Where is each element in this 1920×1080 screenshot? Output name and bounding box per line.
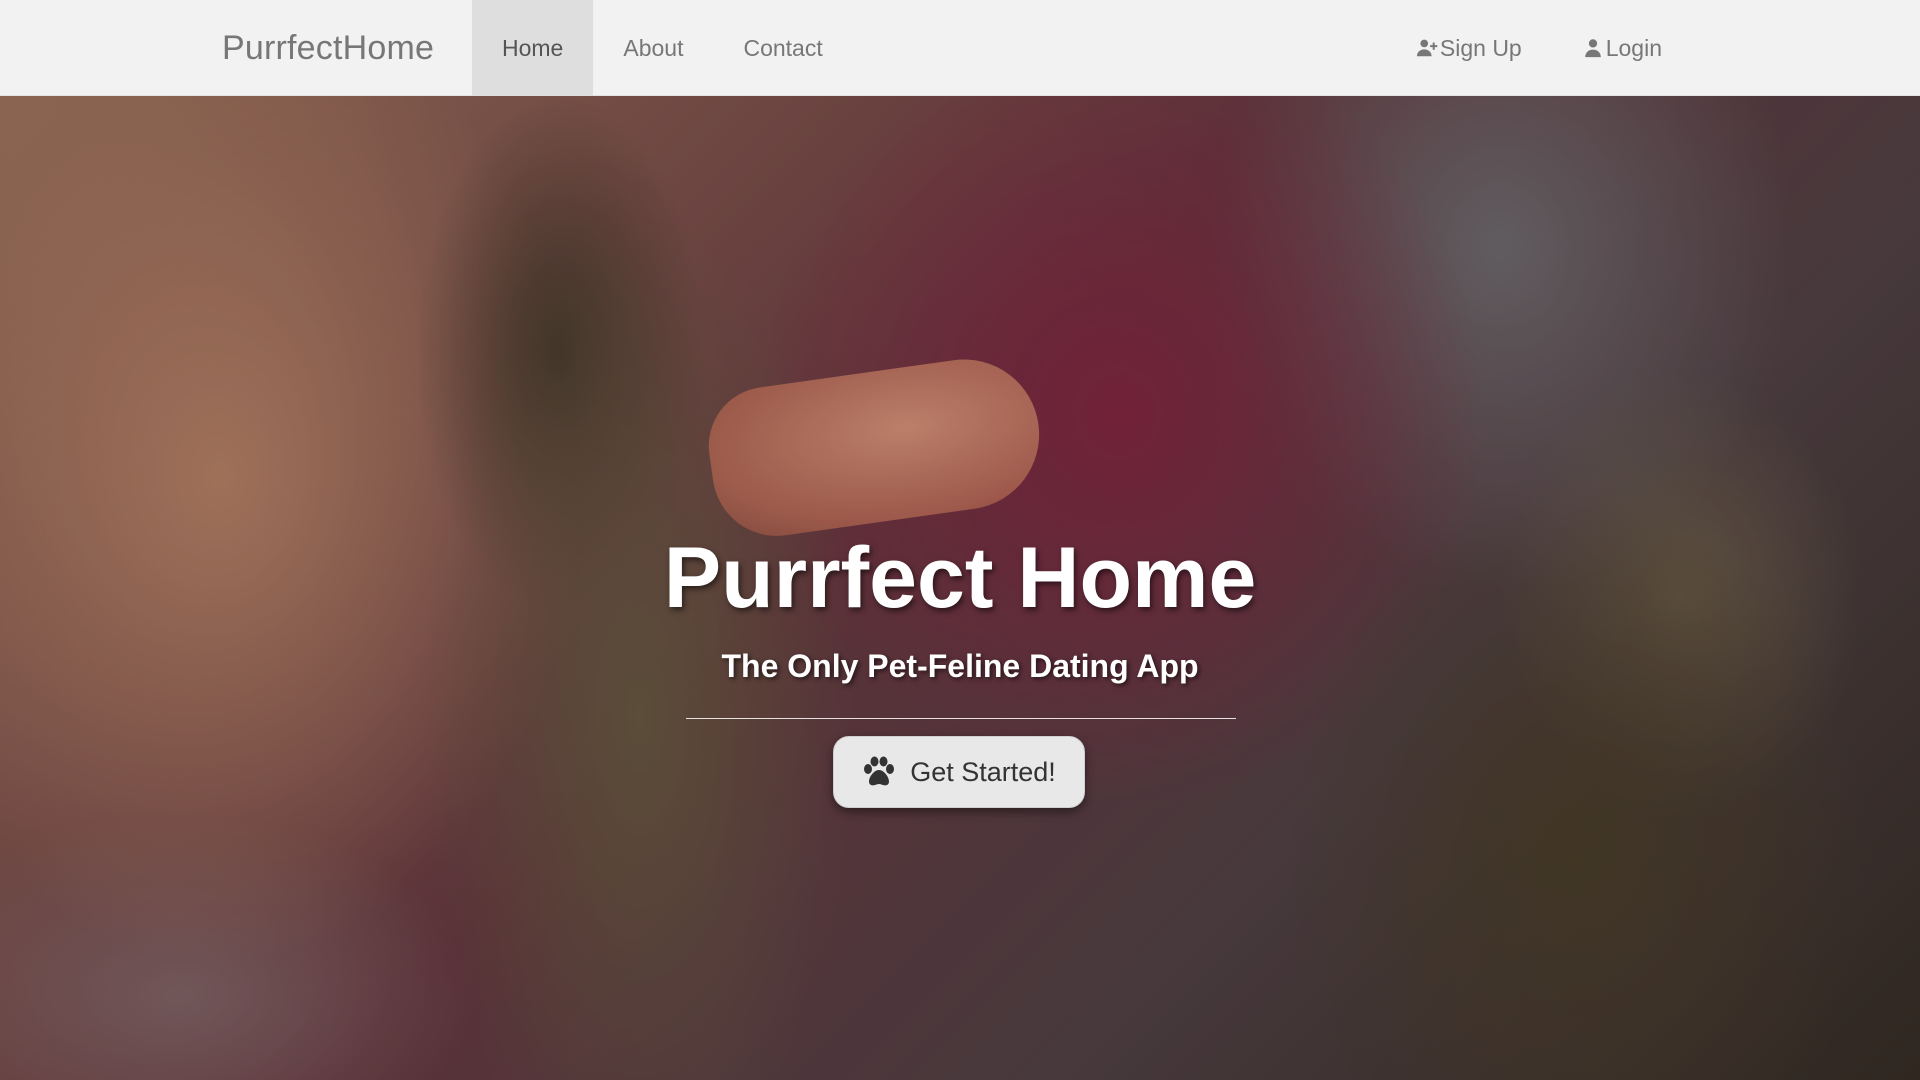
user-icon	[1582, 37, 1604, 59]
nav-links: Home About Contact	[472, 0, 853, 96]
hero-subtitle: The Only Pet-Feline Dating App	[721, 648, 1199, 684]
hero-title: Purrfect Home	[663, 530, 1257, 626]
paw-icon	[862, 756, 896, 788]
nav-auth-links: Sign Up Login	[1386, 0, 1692, 96]
nav-contact-link[interactable]: Contact	[713, 0, 852, 96]
hero-section: Purrfect Home The Only Pet-Feline Dating…	[0, 96, 1920, 1080]
get-started-button[interactable]: Get Started!	[833, 736, 1085, 808]
brand-logo[interactable]: PurrfectHome	[222, 0, 434, 96]
nav-home-link[interactable]: Home	[472, 0, 594, 96]
sign-up-label: Sign Up	[1439, 35, 1522, 61]
get-started-label: Get Started!	[910, 756, 1056, 787]
navbar: PurrfectHome Home About Contact Sign Up	[0, 0, 1920, 96]
sign-up-link[interactable]: Sign Up	[1386, 0, 1552, 96]
hero-divider	[686, 718, 1236, 719]
login-link[interactable]: Login	[1552, 0, 1692, 96]
login-label: Login	[1605, 35, 1662, 61]
nav-about-link[interactable]: About	[593, 0, 713, 96]
user-plus-icon	[1416, 37, 1438, 59]
